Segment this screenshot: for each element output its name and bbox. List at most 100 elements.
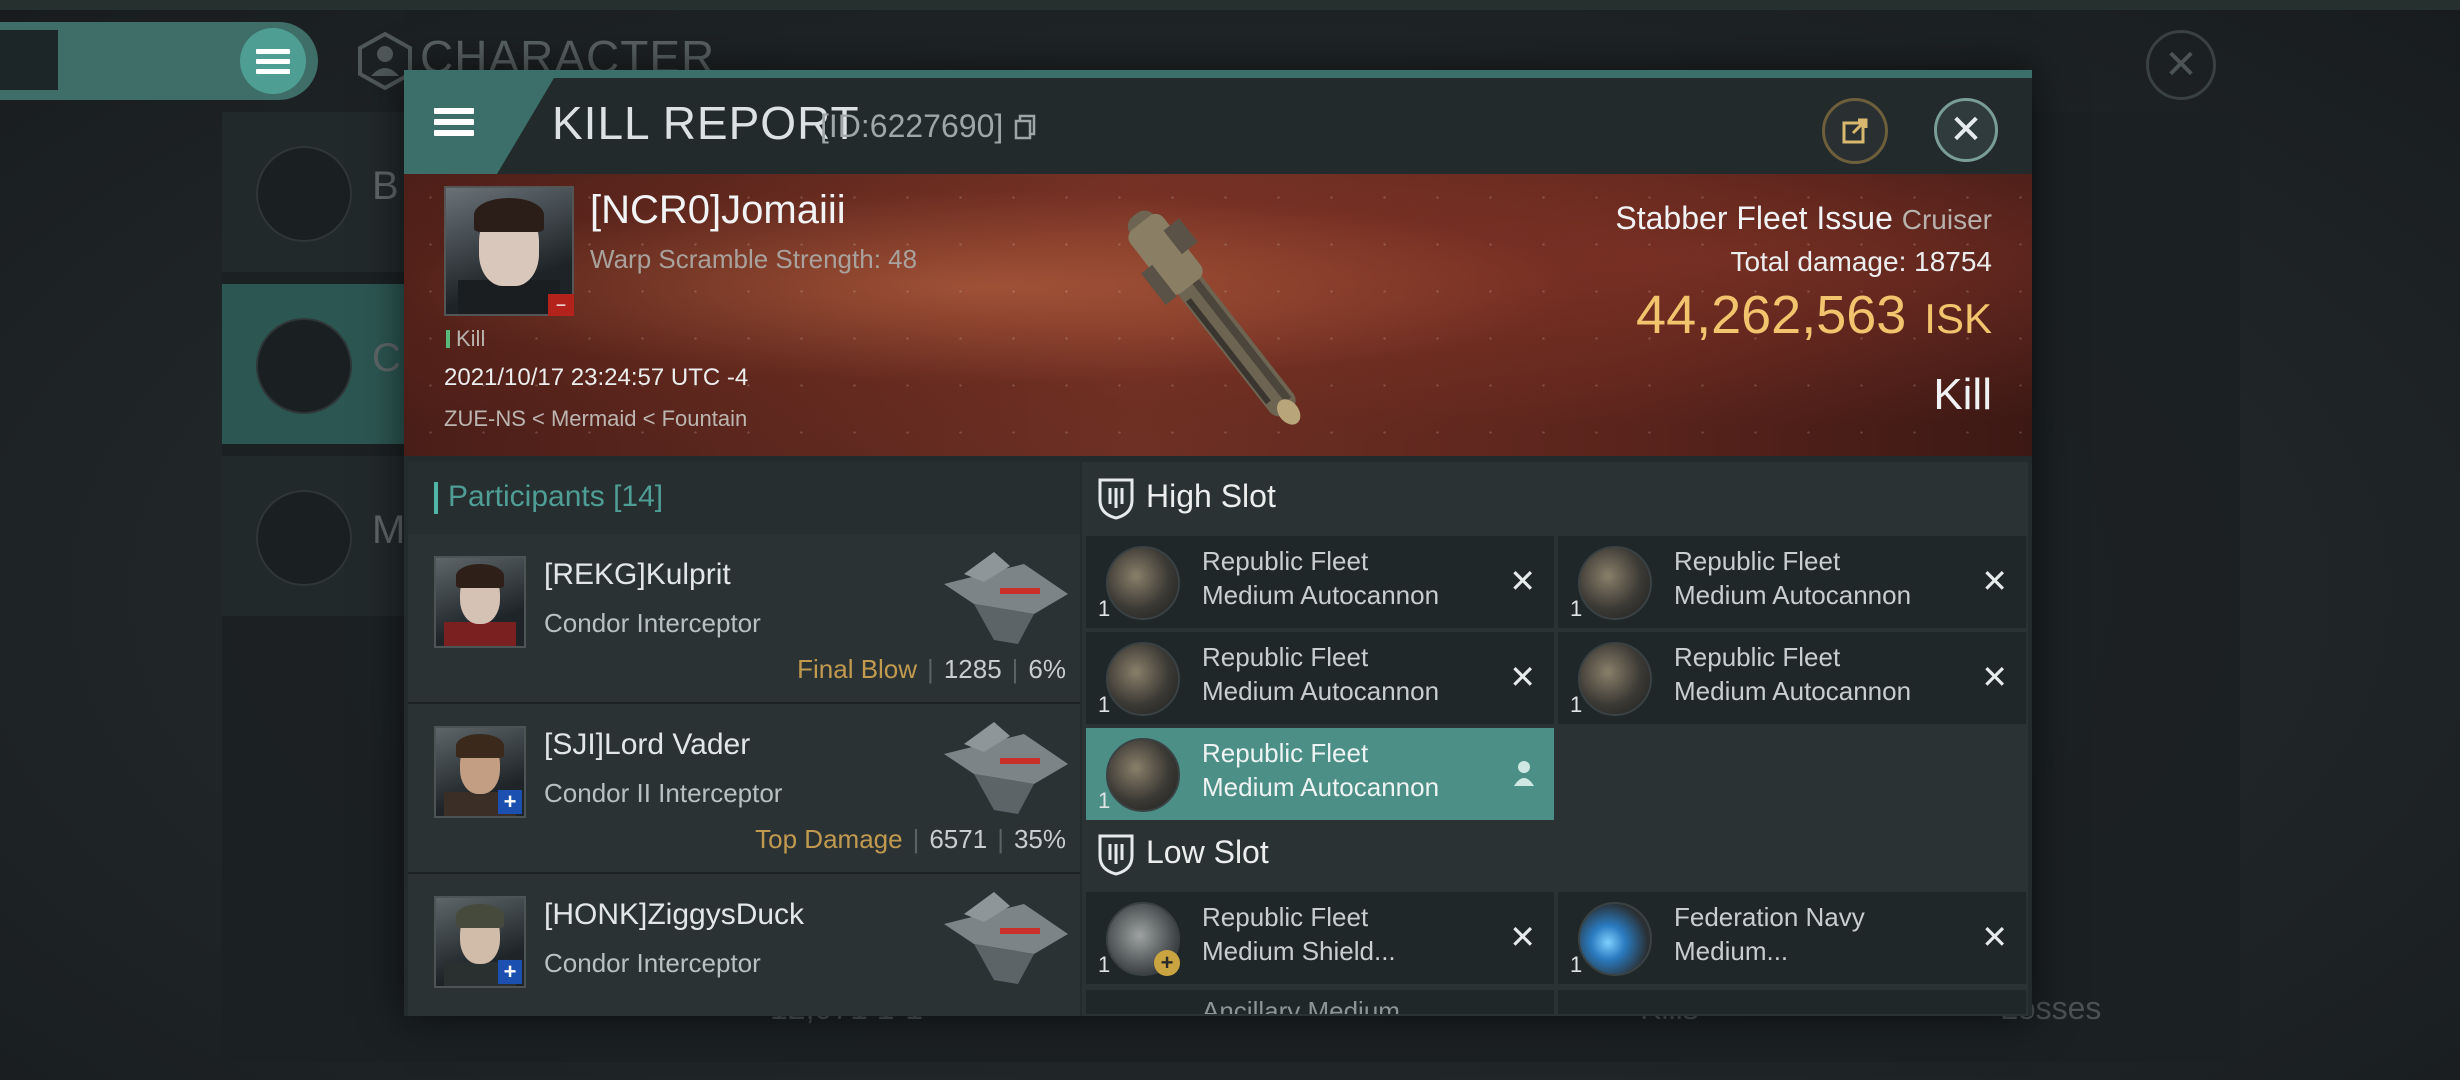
destroyed-x-icon: ✕ bbox=[1509, 659, 1536, 695]
module-name-line1: Republic Fleet bbox=[1202, 642, 1369, 672]
participant-name: [REKG]Kulprit bbox=[544, 558, 731, 591]
participant-damage: 6571 bbox=[929, 824, 988, 854]
autocannon-icon bbox=[1106, 642, 1180, 716]
participant-tag: Top Damage bbox=[755, 824, 903, 854]
module-slot[interactable]: 1 Federation Navy Medium... ✕ bbox=[1558, 892, 2026, 984]
status-indicator-icon bbox=[446, 330, 450, 348]
autocannon-icon bbox=[1578, 642, 1652, 716]
low-slot-title: Low Slot bbox=[1146, 834, 1269, 870]
module-quantity: 1 bbox=[1570, 952, 1583, 977]
module-quantity: 1 bbox=[1570, 596, 1583, 621]
sidebar-item-label: M bbox=[372, 508, 406, 552]
swords-icon bbox=[256, 318, 352, 414]
top-menu-pill bbox=[0, 22, 318, 100]
high-slot-header: High Slot bbox=[1082, 462, 2028, 534]
capacitor-module-icon bbox=[1578, 902, 1652, 976]
module-quantity: 1 bbox=[1098, 596, 1111, 621]
plus-badge-icon: + bbox=[1154, 950, 1180, 976]
close-icon: ✕ bbox=[1949, 108, 1983, 152]
autocannon-icon bbox=[1578, 546, 1652, 620]
victim-name[interactable]: [NCR0]Jomaiii bbox=[590, 188, 846, 233]
module-name-line2: Medium Autocannon bbox=[1202, 580, 1440, 610]
participant-row[interactable]: [REKG]Kulprit Condor Interceptor Final B… bbox=[408, 534, 1080, 704]
module-name-line1: Republic Fleet bbox=[1674, 642, 1841, 672]
modal-menu-button[interactable] bbox=[404, 78, 554, 174]
module-slot-partial[interactable]: Ancillary Medium bbox=[1086, 990, 1554, 1014]
person-icon bbox=[1514, 761, 1534, 786]
low-slot-header: Low Slot bbox=[1082, 818, 2028, 890]
share-icon bbox=[1842, 118, 1868, 144]
participant-row[interactable]: + [HONK]ZiggysDuck Condor Interceptor bbox=[408, 874, 1080, 1016]
minus-badge-icon: − bbox=[548, 294, 574, 316]
participant-row[interactable]: + [SJI]Lord Vader Condor II Interceptor … bbox=[408, 704, 1080, 874]
participants-panel: Participants [14] [REKG]Kulprit Condor I… bbox=[408, 462, 1080, 1016]
isk-value: 44,262,563 ISK bbox=[1636, 284, 1992, 346]
participant-ship: Condor II Interceptor bbox=[544, 778, 783, 808]
ship-image bbox=[1127, 210, 1301, 425]
participant-avatar[interactable]: + bbox=[434, 726, 526, 818]
autocannon-icon bbox=[1106, 738, 1180, 812]
isk-unit: ISK bbox=[1924, 295, 1992, 342]
modal-header: KILL REPORT [ID:6227690] ✕ bbox=[404, 78, 2032, 174]
ship-name-value: Stabber Fleet Issue bbox=[1615, 200, 1893, 236]
ship-class: Cruiser bbox=[1901, 204, 1992, 235]
module-quantity: 1 bbox=[1098, 692, 1111, 717]
high-slot-title: High Slot bbox=[1146, 478, 1276, 514]
participant-avatar[interactable]: + bbox=[434, 896, 526, 988]
main-menu-button[interactable] bbox=[240, 28, 306, 94]
star-icon bbox=[256, 490, 352, 586]
close-button[interactable]: ✕ bbox=[1934, 98, 1998, 162]
module-quantity: 1 bbox=[1098, 952, 1111, 977]
kill-report-modal: KILL REPORT [ID:6227690] ✕ − [NCR0]Jomai… bbox=[404, 70, 2032, 1016]
participant-percent: 6% bbox=[1028, 654, 1066, 684]
plus-badge-icon: + bbox=[498, 790, 522, 814]
module-slot[interactable]: 1 Republic Fleet Medium Autocannon ✕ bbox=[1086, 632, 1554, 724]
module-slot[interactable]: 1 Republic Fleet Medium Autocannon ✕ bbox=[1558, 536, 2026, 628]
participant-tag: Final Blow bbox=[797, 654, 918, 684]
participant-name: [HONK]ZiggysDuck bbox=[544, 898, 805, 931]
copy-icon[interactable] bbox=[1014, 114, 1036, 140]
module-name-line2: Medium Autocannon bbox=[1202, 772, 1440, 802]
search-field-stub[interactable] bbox=[0, 30, 58, 90]
participant-avatar[interactable] bbox=[434, 556, 526, 648]
modal-title: KILL REPORT bbox=[552, 97, 860, 149]
module-name-line2: Medium Autocannon bbox=[1674, 676, 1912, 706]
module-slot-selected[interactable]: 1 Republic Fleet Medium Autocannon bbox=[1086, 728, 1554, 820]
module-name-line1: Republic Fleet bbox=[1202, 546, 1369, 576]
module-name-line1: Republic Fleet bbox=[1202, 738, 1369, 768]
destroyed-x-icon: ✕ bbox=[1509, 919, 1536, 955]
hamburger-icon bbox=[434, 108, 474, 136]
share-button[interactable] bbox=[1822, 98, 1888, 164]
sidebar-item-label: B bbox=[372, 164, 399, 208]
kill-result: Kill bbox=[1933, 370, 1992, 419]
participant-name: [SJI]Lord Vader bbox=[544, 728, 751, 761]
victim-avatar[interactable]: − bbox=[444, 186, 574, 316]
participant-ship: Condor Interceptor bbox=[544, 948, 761, 978]
module-slot[interactable]: 1 Republic Fleet Medium Autocannon ✕ bbox=[1086, 536, 1554, 628]
background-close-button[interactable]: ✕ bbox=[2146, 30, 2216, 100]
module-slot[interactable]: + 1 Republic Fleet Medium Shield... ✕ bbox=[1086, 892, 1554, 984]
top-border bbox=[0, 0, 2460, 10]
module-name-line2: Medium... bbox=[1674, 936, 1789, 966]
participant-damage: 1285 bbox=[943, 654, 1002, 684]
participant-stats: Final Blow | 1285 | 6% bbox=[797, 654, 1066, 684]
hamburger-icon bbox=[256, 48, 290, 74]
participants-label: Participants bbox=[448, 480, 605, 513]
participant-percent: 35% bbox=[1013, 824, 1066, 854]
ship-name: Stabber Fleet Issue Cruiser bbox=[1615, 200, 1992, 237]
destroyed-x-icon: ✕ bbox=[1981, 919, 2008, 955]
victim-banner: − [NCR0]Jomaiii Warp Scramble Strength: … bbox=[404, 174, 2032, 456]
module-slot[interactable]: 1 Republic Fleet Medium Autocannon ✕ bbox=[1558, 632, 2026, 724]
module-slot-partial[interactable] bbox=[1558, 990, 2026, 1014]
participants-header: Participants [14] bbox=[408, 462, 1080, 534]
participants-title: Participants [14] bbox=[448, 480, 663, 514]
module-name-line2: Medium Autocannon bbox=[1674, 580, 1912, 610]
report-id: [ID:6227690] bbox=[820, 108, 1004, 144]
participants-count: [14] bbox=[613, 480, 664, 513]
kill-datetime: 2021/10/17 23:24:57 UTC -4 bbox=[444, 364, 749, 391]
module-name-line2: Medium Shield... bbox=[1202, 936, 1396, 966]
slot-shield-icon bbox=[1098, 478, 1134, 520]
kill-location[interactable]: ZUE-NS < Mermaid < Fountain bbox=[444, 406, 747, 432]
module-quantity: 1 bbox=[1098, 788, 1111, 813]
module-name-line2: Medium Autocannon bbox=[1202, 676, 1440, 706]
